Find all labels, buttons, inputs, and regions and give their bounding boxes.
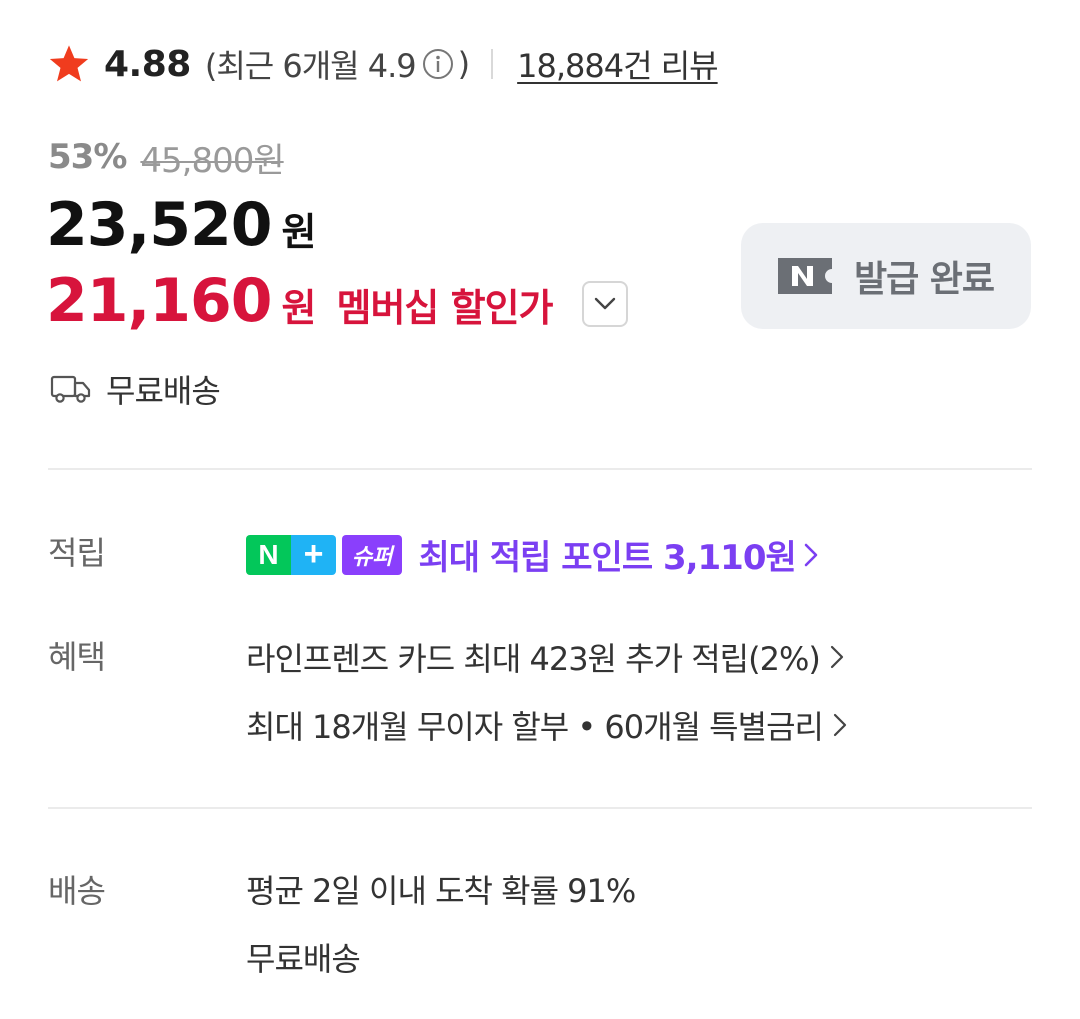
naver-n-ticket-icon (777, 258, 832, 294)
benefit-card-points[interactable]: 라인프렌즈 카드 최대 423원 추가 적립(2%) (246, 632, 847, 682)
chevron-right-icon (804, 543, 818, 567)
delivery-free-shipping: 무료배송 (246, 940, 361, 978)
chevron-right-icon (830, 645, 844, 669)
rating-score: 4.88 (104, 43, 191, 85)
points-label: 적립 (48, 534, 106, 572)
discount-row: 53% 45,800원 (48, 132, 285, 182)
benefit-installment-text: 최대 18개월 무이자 할부 • 60개월 특별금리 (246, 708, 824, 746)
benefits-label: 혜택 (48, 638, 106, 676)
sale-price-row: 23,520 원 (46, 190, 317, 270)
section-divider (48, 807, 1032, 809)
member-price-toggle-button[interactable] (582, 281, 628, 327)
benefits-list: 라인프렌즈 카드 최대 423원 추가 적립(2%) 최대 18개월 무이자 할… (246, 632, 847, 750)
rating-divider (491, 49, 494, 79)
member-price-row: 21,160 원 멤버십 할인가 (46, 266, 554, 346)
member-price-label: 멤버십 할인가 (336, 286, 554, 330)
super-badge: 슈퍼 (342, 534, 403, 575)
coupon-issued-button[interactable]: 발급 완료 (741, 223, 1031, 329)
truck-icon (50, 373, 92, 405)
chevron-right-icon (833, 713, 847, 737)
recent-rating-text: (최근 6개월 4.9 (204, 47, 417, 85)
max-points-link[interactable]: 최대 적립 포인트 3,110원 (418, 530, 796, 579)
info-icon[interactable] (422, 48, 454, 80)
star-icon (48, 44, 90, 84)
original-price: 45,800원 (140, 140, 284, 181)
sale-price-unit: 원 (281, 210, 317, 254)
points-row[interactable]: N + 슈퍼 최대 적립 포인트 3,110원 (246, 530, 818, 579)
benefit-card-points-text: 라인프렌즈 카드 최대 423원 추가 적립(2%) (246, 640, 821, 678)
delivery-arrival-probability: 평균 2일 이내 도착 확률 91% (246, 872, 636, 910)
delivery-info: 평균 2일 이내 도착 확률 91% 무료배송 (246, 864, 636, 982)
naver-plus-sign: + (291, 534, 336, 575)
free-shipping-row: 무료배송 (50, 364, 221, 414)
delivery-label: 배송 (48, 872, 106, 910)
free-shipping-text: 무료배송 (106, 372, 221, 410)
member-price-unit: 원 (281, 286, 317, 330)
benefit-installment[interactable]: 최대 18개월 무이자 할부 • 60개월 특별금리 (246, 700, 847, 750)
review-count-link[interactable]: 18,884건 리뷰 (517, 41, 718, 87)
recent-rating: (최근 6개월 4.9 ) (204, 41, 471, 87)
coupon-issued-label: 발급 완료 (853, 259, 995, 300)
sale-price: 23,520 (46, 190, 273, 260)
discount-rate: 53% (48, 137, 127, 177)
member-price: 21,160 (46, 266, 273, 336)
rating-summary: 4.88 (최근 6개월 4.9 ) 18,884건 리뷰 (48, 36, 719, 92)
naver-plus-badge: N + (246, 534, 336, 575)
chevron-down-icon (594, 297, 616, 311)
naver-n-badge: N (246, 534, 291, 575)
recent-rating-close: ) (457, 45, 471, 83)
section-divider (48, 468, 1032, 470)
